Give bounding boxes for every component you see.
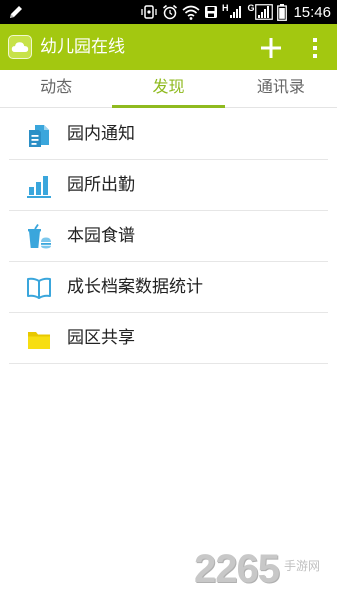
wifi-icon	[182, 5, 200, 20]
watermark-logo: 2265 手游网	[194, 545, 334, 595]
vibrate-icon	[141, 5, 157, 19]
tab-label: 发现	[152, 77, 185, 96]
network-type-label: H	[221, 3, 229, 13]
more-options-button[interactable]	[305, 35, 325, 61]
app-bar: 幼儿园在线	[0, 24, 337, 70]
menu-item-label: 园区共享	[67, 328, 135, 348]
alarm-icon	[162, 4, 177, 20]
tab-label: 通讯录	[256, 77, 305, 96]
app-title: 幼儿园在线	[40, 37, 125, 57]
menu-item-label: 园内通知	[67, 124, 135, 144]
signal-icon	[255, 4, 274, 20]
menu-item-notices[interactable]: 园内通知	[9, 109, 328, 160]
save-icon	[204, 6, 217, 18]
battery-icon	[277, 3, 288, 21]
status-bar: H G 15:46	[0, 0, 337, 24]
watermark-subtitle: 手游网	[284, 559, 321, 573]
open-book-icon	[27, 277, 51, 299]
watermark-number: 2265	[194, 547, 280, 591]
status-time: 15:46	[293, 3, 331, 21]
tab-label: 动态	[40, 77, 73, 96]
add-button[interactable]	[258, 35, 284, 61]
menu-item-label: 本园食谱	[67, 226, 135, 246]
more-vert-icon	[313, 38, 317, 58]
tab-bar: 动态 发现 通讯录	[0, 70, 337, 108]
menu-item-menu-recipes[interactable]: 本园食谱	[9, 211, 328, 262]
menu-item-attendance[interactable]: 园所出勤	[9, 160, 328, 211]
network-type-label: G	[247, 3, 255, 13]
menu-item-label: 园所出勤	[67, 175, 135, 195]
edit-pencil-icon	[10, 6, 22, 18]
menu-item-label: 成长档案数据统计	[67, 277, 203, 297]
menu-item-growth-stats[interactable]: 成长档案数据统计	[9, 262, 328, 313]
bar-chart-icon	[27, 176, 51, 198]
plus-icon	[261, 38, 281, 58]
discover-menu-list: 园内通知 园所出勤 本园食谱 成长档案数据统计 园区共享	[9, 109, 328, 364]
tab-discover[interactable]: 发现	[112, 70, 225, 108]
tab-contacts[interactable]: 通讯录	[225, 70, 337, 107]
active-tab-indicator	[112, 105, 225, 108]
cloud-logo-icon	[8, 35, 32, 59]
app-screen: H G 15:46 幼儿园在线 动态 发现 通讯录 园内通知 园所出勤 本园食谱…	[0, 0, 337, 600]
tab-dynamics[interactable]: 动态	[0, 70, 112, 107]
menu-item-shared[interactable]: 园区共享	[9, 313, 328, 364]
signal-icon	[230, 6, 242, 18]
status-icons: H G 15:46	[140, 0, 331, 24]
food-drink-icon	[28, 224, 51, 249]
folder-icon	[28, 332, 50, 349]
document-icon	[29, 125, 49, 147]
